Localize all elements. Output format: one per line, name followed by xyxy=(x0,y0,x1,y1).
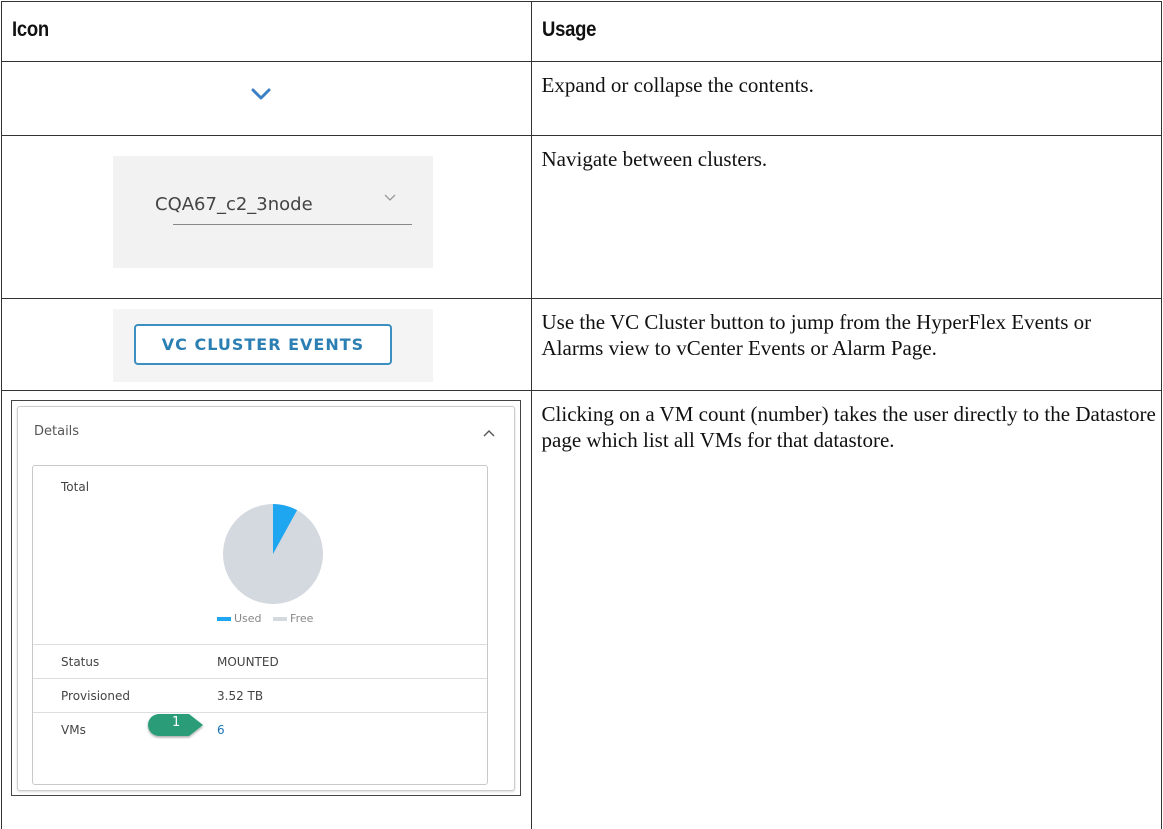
provisioned-label: Provisioned xyxy=(61,689,131,703)
chevron-up-icon[interactable] xyxy=(483,429,495,438)
vc-cluster-events-button[interactable]: VC CLUSTER EVENTS xyxy=(134,324,392,365)
button-backdrop: VC CLUSTER EVENTS xyxy=(113,309,433,382)
details-panel: Details Total Used Free Status MOUNTED P… xyxy=(17,406,515,791)
usage-cell: Navigate between clusters. xyxy=(530,135,1163,299)
table-header-row: Icon Usage xyxy=(1,1,1163,62)
legend-item-used: Used xyxy=(217,612,262,625)
legend-item-free: Free xyxy=(273,612,313,625)
table-row: Details Total Used Free Status MOUNTED P… xyxy=(1,390,1163,829)
cluster-selector[interactable]: CQA67_c2_3node xyxy=(113,156,433,268)
chevron-down-icon xyxy=(384,194,396,201)
usage-cell: Use the VC Cluster button to jump from t… xyxy=(530,298,1163,391)
table-row: VC CLUSTER EVENTS Use the VC Cluster but… xyxy=(1,298,1163,391)
datastore-summary: Total Used Free Status MOUNTED Provision… xyxy=(32,465,488,785)
table-row: Expand or collapse the contents. xyxy=(1,61,1163,136)
vm-count-link[interactable]: 6 xyxy=(217,723,225,737)
cluster-name: CQA67_c2_3node xyxy=(155,194,313,215)
chevron-down-icon[interactable] xyxy=(250,86,272,102)
legend-swatch-used xyxy=(217,617,231,621)
icon-cell xyxy=(1,61,532,136)
vms-label: VMs xyxy=(61,723,86,737)
icon-cell: CQA67_c2_3node xyxy=(1,135,532,299)
pie-legend: Used Free xyxy=(217,612,321,625)
usage-pie-chart xyxy=(223,504,323,604)
usage-cell: Expand or collapse the contents. xyxy=(530,61,1163,136)
callout-number: 1 xyxy=(172,715,181,730)
header-usage: Usage xyxy=(530,1,1163,62)
total-label: Total xyxy=(61,480,90,494)
status-label: Status xyxy=(61,655,100,669)
selector-underline xyxy=(173,224,412,225)
screenshot-frame: Details Total Used Free Status MOUNTED P… xyxy=(11,400,521,796)
usage-cell: Clicking on a VM count (number) takes th… xyxy=(530,390,1163,829)
provisioned-row: Provisioned 3.52 TB xyxy=(33,678,487,712)
vms-row: VMs 1 6 xyxy=(33,712,487,746)
status-value: MOUNTED xyxy=(217,655,279,669)
panel-title: Details xyxy=(34,424,80,439)
icon-cell: Details Total Used Free Status MOUNTED P… xyxy=(1,390,532,829)
provisioned-value: 3.52 TB xyxy=(217,689,264,703)
icon-cell: VC CLUSTER EVENTS xyxy=(1,298,532,391)
table-row: CQA67_c2_3node Navigate between clusters… xyxy=(1,135,1163,299)
icon-usage-table: Icon Usage Expand or collapse the conten… xyxy=(1,1,1163,829)
header-icon: Icon xyxy=(1,1,532,62)
status-row: Status MOUNTED xyxy=(33,644,487,678)
legend-swatch-free xyxy=(273,617,288,621)
